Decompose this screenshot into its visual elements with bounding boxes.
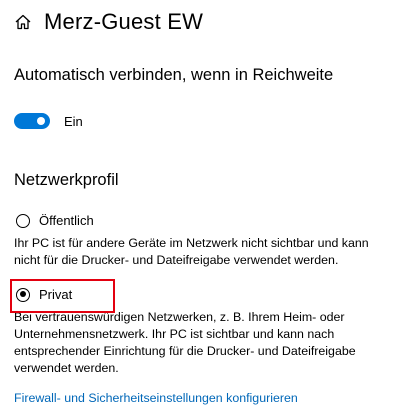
page-title: Merz-Guest EW [44, 9, 204, 34]
firewall-settings-link[interactable]: Firewall- und Sicherheitseinstellungen k… [14, 391, 298, 405]
radio-private[interactable]: Privat [16, 287, 72, 302]
auto-connect-toggle[interactable] [14, 113, 50, 129]
network-profile-heading: Netzwerkprofil [14, 171, 119, 189]
private-description: Bei vertrauenswürdigen Netzwerken, z. B.… [14, 310, 356, 375]
auto-connect-heading: Automatisch verbinden, wenn in Reichweit… [14, 66, 334, 84]
public-description: Ihr PC ist für andere Geräte im Netzwerk… [14, 236, 369, 267]
radio-button-public[interactable] [16, 213, 30, 228]
radio-public[interactable]: Öffentlich [16, 213, 94, 228]
radio-button-private[interactable] [16, 287, 30, 302]
home-icon[interactable] [14, 13, 32, 31]
toggle-knob [37, 117, 45, 125]
radio-label-private: Privat [39, 287, 73, 302]
page-header: Merz-Guest EW [14, 6, 203, 38]
toggle-state-label: Ein [64, 113, 83, 129]
auto-connect-toggle-row: Ein [14, 113, 83, 129]
radio-label-public: Öffentlich [39, 213, 94, 228]
